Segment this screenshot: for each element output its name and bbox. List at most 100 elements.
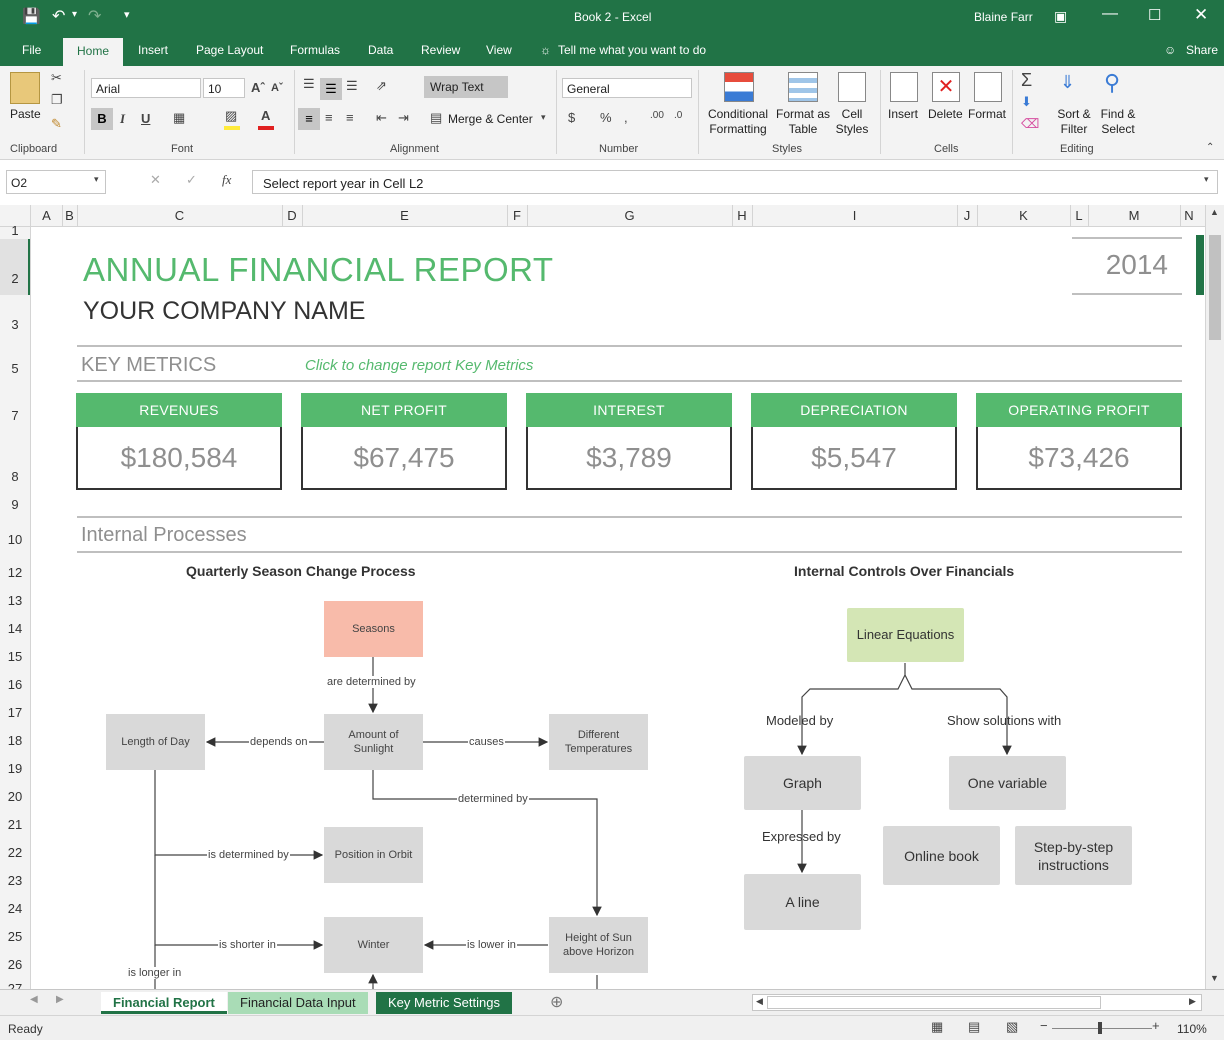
col-header-e[interactable]: E xyxy=(302,208,507,223)
page-layout-view-icon[interactable]: ▤ xyxy=(968,1019,980,1035)
merge-dropdown-icon[interactable]: ▾ xyxy=(541,112,546,123)
percent-icon[interactable]: % xyxy=(600,110,612,125)
copy-icon[interactable]: ❐ xyxy=(51,92,63,108)
row-header[interactable]: 18 xyxy=(0,733,30,748)
col-header-i[interactable]: I xyxy=(752,208,957,223)
font-name-select[interactable]: Arial xyxy=(91,78,201,98)
col-header-k[interactable]: K xyxy=(977,208,1070,223)
user-name[interactable]: Blaine Farr xyxy=(974,10,1033,24)
middle-align-icon[interactable]: ☰ xyxy=(320,78,342,100)
node-seasons[interactable]: Seasons xyxy=(324,601,423,657)
clear-icon[interactable]: ⌫ xyxy=(1021,116,1039,132)
row-header[interactable]: 26 xyxy=(0,957,30,972)
font-color-letter[interactable]: A xyxy=(261,108,270,123)
font-size-select[interactable]: 10 xyxy=(203,78,245,98)
node-height-of-sun[interactable]: Height of Sun above Horizon xyxy=(549,917,648,973)
bold-button[interactable]: B xyxy=(91,108,113,130)
sheet-tab-financial-report[interactable]: Financial Report xyxy=(101,992,227,1014)
tab-page-layout[interactable]: Page Layout xyxy=(196,43,263,57)
col-header-m[interactable]: M xyxy=(1088,208,1180,223)
zoom-slider[interactable] xyxy=(1052,1028,1152,1029)
align-left-icon[interactable]: ≡ xyxy=(298,108,320,130)
currency-icon[interactable]: $ xyxy=(568,110,575,125)
col-header-l[interactable]: L xyxy=(1070,208,1088,223)
tab-review[interactable]: Review xyxy=(421,43,460,57)
row-header[interactable]: 3 xyxy=(0,317,30,332)
sort-filter-icon[interactable]: ⇓ xyxy=(1060,72,1075,93)
node-winter[interactable]: Winter xyxy=(324,917,423,973)
increase-font-icon[interactable]: Aˆ xyxy=(251,80,265,95)
paste-button[interactable]: Paste xyxy=(10,107,41,122)
row-header[interactable]: 10 xyxy=(0,532,30,547)
col-header-f[interactable]: F xyxy=(507,208,527,223)
tab-home[interactable]: Home xyxy=(63,38,124,66)
bottom-align-icon[interactable]: ☰ xyxy=(346,78,358,94)
paste-icon[interactable] xyxy=(10,72,40,104)
save-icon[interactable]: 💾 xyxy=(22,7,41,25)
comma-icon[interactable]: , xyxy=(624,110,628,125)
col-header-a[interactable]: A xyxy=(31,208,62,223)
row-header[interactable]: 13 xyxy=(0,593,30,608)
row-header[interactable]: 23 xyxy=(0,873,30,888)
borders-icon[interactable]: ▦ xyxy=(173,110,185,126)
redo-icon[interactable]: ↷ xyxy=(88,6,101,26)
zoom-level[interactable]: 110% xyxy=(1177,1022,1207,1036)
find-select-button[interactable]: Find & Select xyxy=(1096,107,1140,137)
sheet-tab-key-metric-settings[interactable]: Key Metric Settings xyxy=(376,992,512,1014)
node-position-in-orbit[interactable]: Position in Orbit xyxy=(324,827,423,883)
scroll-left-icon[interactable]: ◀ xyxy=(756,996,763,1007)
add-sheet-icon[interactable]: ⊕ xyxy=(550,992,563,1012)
row-header[interactable]: 22 xyxy=(0,845,30,860)
row-header[interactable]: 14 xyxy=(0,621,30,636)
tab-formulas[interactable]: Formulas xyxy=(290,43,340,57)
zoom-out-icon[interactable]: − xyxy=(1040,1018,1048,1033)
italic-button[interactable]: I xyxy=(120,111,125,127)
undo-icon[interactable]: ↶ xyxy=(52,6,65,26)
confirm-entry-icon[interactable]: ✓ xyxy=(186,172,197,188)
expand-formula-icon[interactable]: ▾ xyxy=(1204,174,1209,185)
close-icon[interactable]: ✕ xyxy=(1194,5,1208,25)
node-online-book[interactable]: Online book xyxy=(883,826,1000,885)
row-header[interactable]: 15 xyxy=(0,649,30,664)
format-button[interactable]: Format xyxy=(968,107,1006,122)
hscroll-thumb[interactable] xyxy=(767,996,1101,1009)
maximize-icon[interactable]: ☐ xyxy=(1148,6,1161,24)
next-sheet-icon[interactable]: ▶ xyxy=(56,994,64,1005)
ribbon-display-icon[interactable]: ▣ xyxy=(1054,8,1067,25)
scroll-down-icon[interactable]: ▼ xyxy=(1210,973,1219,983)
worksheet[interactable]: ANNUAL FINANCIAL REPORT YOUR COMPANY NAM… xyxy=(31,227,1205,989)
cell-styles-icon[interactable] xyxy=(838,72,866,102)
node-amount-of-sunlight[interactable]: Amount of Sunlight xyxy=(324,714,423,770)
cut-icon[interactable]: ✂ xyxy=(51,70,62,86)
row-header[interactable]: 17 xyxy=(0,705,30,720)
vertical-scrollbar[interactable]: ▲ ▼ xyxy=(1196,205,1224,989)
align-right-icon[interactable]: ≡ xyxy=(346,110,354,125)
font-color-icon[interactable] xyxy=(258,126,274,130)
insert-cells-icon[interactable] xyxy=(890,72,918,102)
insert-button[interactable]: Insert xyxy=(888,107,918,122)
node-a-line[interactable]: A line xyxy=(744,874,861,930)
col-header-b[interactable]: B xyxy=(62,208,77,223)
formula-input[interactable]: Select report year in Cell L2 xyxy=(252,170,1218,194)
decrease-font-icon[interactable]: Aˇ xyxy=(271,82,283,94)
node-length-of-day[interactable]: Length of Day xyxy=(106,714,205,770)
delete-cells-icon[interactable]: ✕ xyxy=(932,72,960,102)
paint-bucket-icon[interactable]: ▨ xyxy=(225,108,237,124)
share-icon[interactable]: ☺ xyxy=(1164,43,1176,57)
number-format-select[interactable]: General xyxy=(562,78,692,98)
row-header[interactable]: 8 xyxy=(0,469,30,484)
conditional-formatting-button[interactable]: Conditional Formatting xyxy=(704,107,772,137)
horizontal-scrollbar[interactable]: ◀ ▶ xyxy=(752,994,1202,1011)
merge-center-button[interactable]: Merge & Center xyxy=(448,112,533,127)
node-one-variable[interactable]: One variable xyxy=(949,756,1066,810)
share-button[interactable]: Share xyxy=(1186,43,1218,57)
row-header[interactable]: 12 xyxy=(0,565,30,580)
fill-color-icon[interactable] xyxy=(224,126,240,130)
page-break-view-icon[interactable]: ▧ xyxy=(1006,1019,1018,1035)
top-align-icon[interactable]: ☰ xyxy=(303,76,315,92)
scroll-thumb[interactable] xyxy=(1209,235,1221,340)
autosum-icon[interactable]: Σ xyxy=(1021,70,1032,91)
increase-decimal-icon[interactable]: .00 xyxy=(650,110,664,121)
scroll-right-icon[interactable]: ▶ xyxy=(1189,996,1196,1007)
conditional-formatting-icon[interactable] xyxy=(724,72,754,102)
